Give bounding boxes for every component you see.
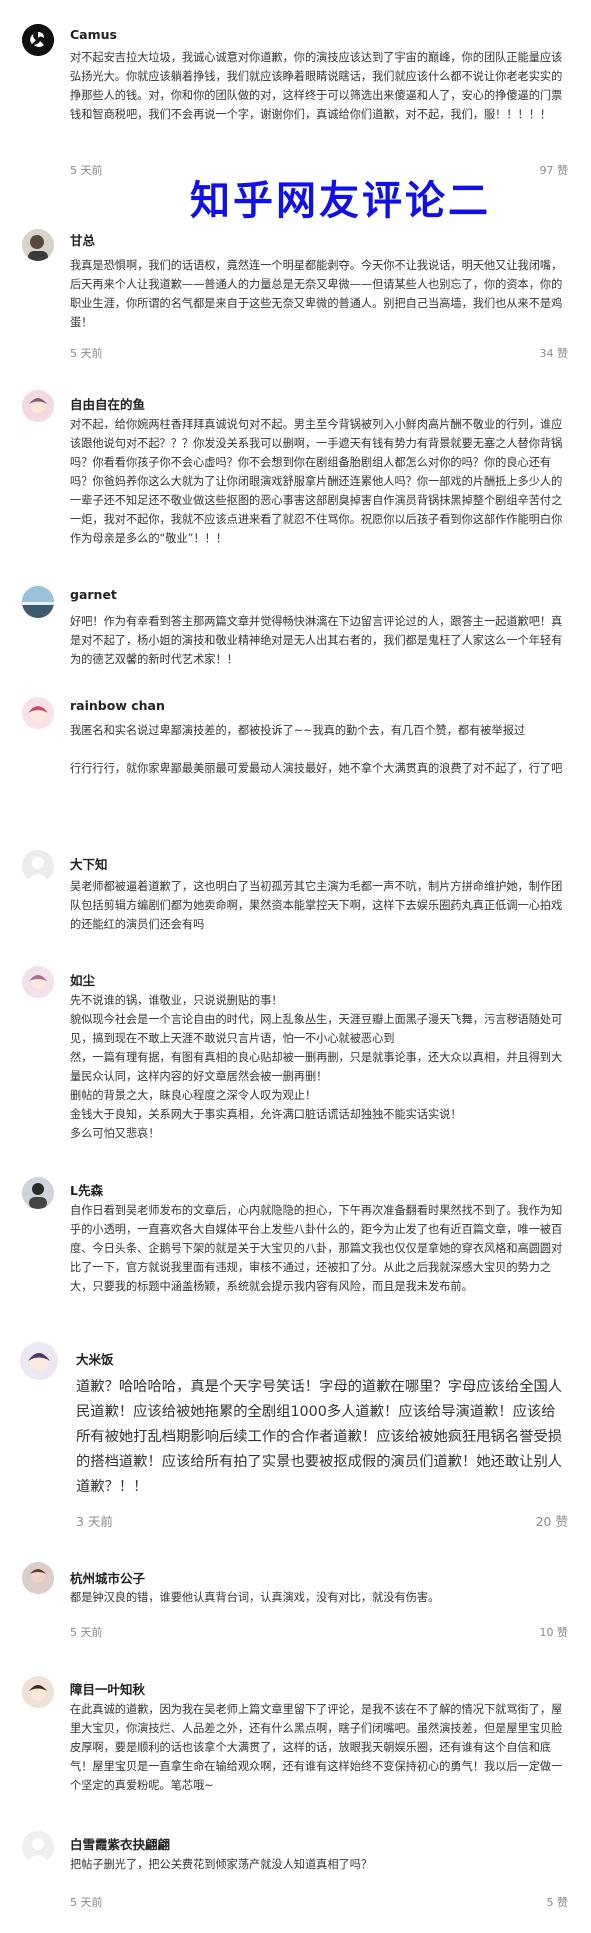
like-count[interactable]: 20 赞 — [536, 1511, 568, 1530]
username[interactable]: garnet — [70, 587, 117, 602]
comment-meta: 3 天前 20 赞 — [76, 1511, 568, 1530]
comment-meta: 5 天前 10 赞 — [70, 1624, 568, 1640]
comment-time: 3 天前 — [76, 1514, 113, 1529]
comment-text: 好吧！作为有幸看到答主那两篇文章并觉得畅快淋漓在下边留言评论过的人，跟答主一起道… — [70, 615, 563, 666]
username[interactable]: 大米饭 — [76, 1349, 114, 1368]
like-count[interactable]: 97 赞 — [540, 162, 569, 178]
comment-meta: 5 天前 34 赞 — [70, 345, 568, 361]
user-avatar[interactable] — [22, 1676, 54, 1708]
cartoon-avatar-icon — [22, 390, 54, 422]
username[interactable]: 甘总 — [70, 230, 95, 249]
username[interactable]: 如尘 — [70, 970, 95, 989]
user-avatar[interactable] — [22, 966, 54, 998]
username[interactable]: 大下知 — [70, 854, 108, 873]
user-avatar[interactable] — [20, 1342, 58, 1380]
user-avatar[interactable] — [22, 1831, 54, 1863]
comment-time: 5 天前 — [70, 347, 103, 360]
landscape-avatar-icon — [22, 586, 54, 618]
user-avatar[interactable] — [22, 586, 54, 618]
comment-time: 5 天前 — [70, 1626, 103, 1639]
comment-text: 自作日看到吴老师发布的文章后，心内就隐隐的担心，下午再次准备翻看时果然找不到了。… — [70, 1204, 563, 1293]
comment-text: 我真是恐惧啊，我们的话语权，竟然连一个明星都能剥夺。今天你不让我说话，明天他又让… — [70, 259, 563, 329]
user-avatar[interactable] — [22, 1562, 54, 1594]
username[interactable]: rainbow chan — [70, 698, 165, 713]
like-count[interactable]: 34 赞 — [540, 345, 569, 361]
user-avatar[interactable] — [22, 229, 54, 261]
person-photo-avatar-icon — [22, 1562, 54, 1594]
triskelion-avatar-icon — [22, 24, 54, 56]
user-avatar[interactable] — [22, 24, 54, 56]
overlay-title: 知乎网友评论二 — [190, 178, 491, 224]
cartoon-avatar-icon — [22, 1676, 54, 1708]
like-count[interactable]: 10 赞 — [540, 1624, 569, 1640]
comment-text: 吴老师都被逼着道歉了，这也明白了当初孤芳其它主演为毛都一声不吭，制片方拼命维护她… — [70, 880, 563, 931]
comment-time: 5 天前 — [70, 164, 103, 177]
default-user-avatar-icon — [22, 850, 54, 882]
person-photo-avatar-icon — [22, 229, 54, 261]
comment-text: 对不起安吉拉大垃圾，我诚心诚意对你道歉，你的演技应该达到了宇宙的巅峰，你的团队正… — [70, 51, 563, 121]
comment-text: 都是钟汉良的错，谁要他认真背台词，认真演戏，没有对比，就没有伤害。 — [70, 1591, 440, 1604]
comment-text: 先不说谁的锅，谁敬业，只说说删贴的事！ 貌似现今社会是一个言论自由的时代，网上乱… — [70, 994, 563, 1140]
username[interactable]: Camus — [70, 27, 117, 42]
username[interactable]: 自由自在的鱼 — [70, 394, 145, 413]
username[interactable]: L先森 — [70, 1180, 103, 1199]
person-photo-avatar-icon — [22, 1177, 54, 1209]
user-avatar[interactable] — [22, 390, 54, 422]
username[interactable]: 障目一叶知秋 — [70, 1679, 145, 1698]
cartoon-avatar-icon — [20, 1342, 58, 1380]
username[interactable]: 白雪霞紫衣抉翩翩 — [70, 1834, 170, 1853]
comment-text: 我匿名和实名说过卑鄙演技差的，都被投诉了~~我真的勤个去，有几百个赞，都有被举报… — [70, 724, 563, 775]
comment-text: 把帖子删光了，把公关费花到倾家荡产就没人知道真相了吗？ — [70, 1858, 373, 1871]
default-user-avatar-icon — [22, 1831, 54, 1863]
comment-text: 对不起，给你婉两柱香拜拜真诚说句对不起。男主至今背锅被列入小鲜肉高片酬不敬业的行… — [70, 418, 563, 545]
comment-text: 道歉？哈哈哈哈，真是个天字号笑话！字母的道歉在哪里？字母应该给全国人民道歉！应该… — [76, 1379, 563, 1495]
user-avatar[interactable] — [22, 697, 54, 729]
like-count[interactable]: 5 赞 — [547, 1894, 569, 1910]
comment-meta: 5 天前 5 赞 — [70, 1894, 568, 1910]
cartoon-avatar-icon — [22, 697, 54, 729]
user-avatar[interactable] — [22, 1177, 54, 1209]
username[interactable]: 杭州城市公子 — [70, 1568, 145, 1587]
comment-time: 5 天前 — [70, 1896, 103, 1909]
cartoon-avatar-icon — [22, 966, 54, 998]
user-avatar[interactable] — [22, 850, 54, 882]
comment-text: 在此真诚的道歉，因为我在吴老师上篇文章里留下了评论，是我不该在不了解的情况下就骂… — [70, 1703, 563, 1792]
